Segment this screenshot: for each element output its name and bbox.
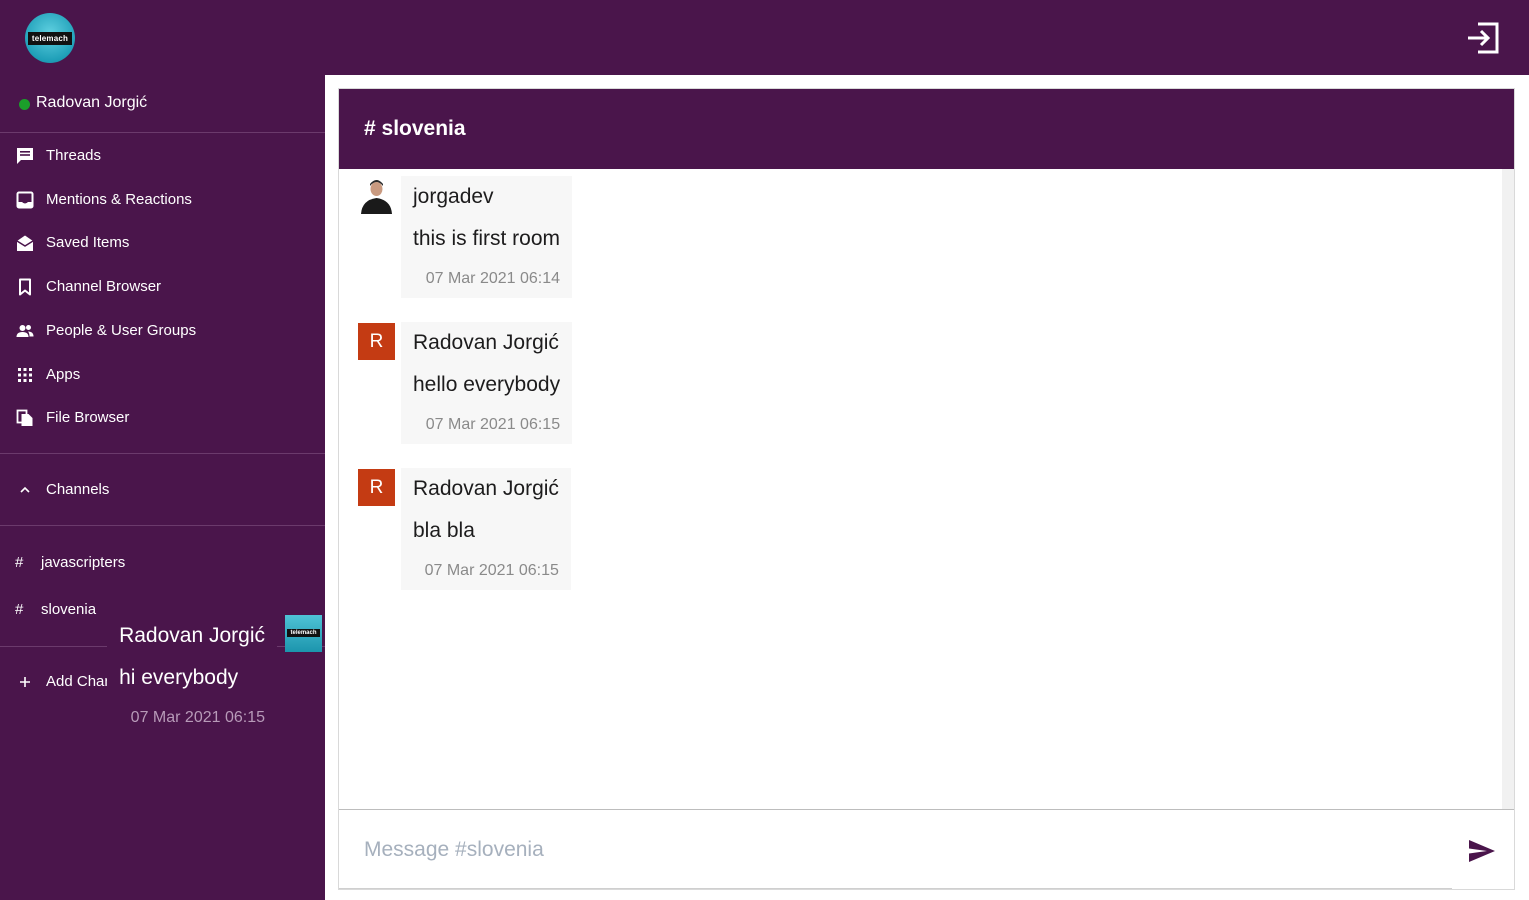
message-author: jorgadev xyxy=(413,185,494,208)
people-icon xyxy=(16,325,34,337)
message-text: bla bla xyxy=(413,519,475,542)
nav-item-file-browser[interactable]: File Browser xyxy=(0,398,325,438)
user-photo-avatar[interactable] xyxy=(358,177,395,214)
message-author: Radovan Jorgić xyxy=(413,477,559,500)
message-bubble: jorgadev this is first room 07 Mar 2021 … xyxy=(401,176,573,298)
message-composer xyxy=(339,809,1514,889)
user-initial-avatar[interactable]: R xyxy=(358,323,395,360)
inbox-icon xyxy=(16,191,34,209)
threads-icon xyxy=(17,148,33,164)
message-list-scrollbar[interactable] xyxy=(1502,169,1514,809)
nav-item-channel-browser[interactable]: Channel Browser xyxy=(0,267,325,307)
message-bubble: Radovan Jorgić bla bla 07 Mar 2021 06:15 xyxy=(401,468,571,590)
sidebar-divider xyxy=(0,453,325,454)
nav-item-mentions-reactions[interactable]: Mentions & Reactions xyxy=(0,180,325,220)
channel-panel: # slovenia jorgadev this is first room 0… xyxy=(107,88,1515,890)
app-logo-text: telemach xyxy=(28,32,72,45)
files-icon xyxy=(16,409,33,426)
plus-icon xyxy=(20,677,30,687)
logout-icon[interactable] xyxy=(1465,20,1501,56)
message-text: hi everybody xyxy=(119,666,239,689)
message-author: Radovan Jorgić xyxy=(413,331,559,354)
nav-item-label: Mentions & Reactions xyxy=(46,191,192,208)
chevron-up-icon xyxy=(20,486,30,493)
app-logo[interactable]: telemach xyxy=(25,13,75,63)
channel-item-label: javascripters xyxy=(41,554,126,571)
nav-item-threads[interactable]: Threads xyxy=(0,136,325,176)
composer-underline xyxy=(339,888,1452,889)
hash-icon: # xyxy=(15,554,24,571)
open-envelope-icon xyxy=(16,235,34,251)
sidebar: Radovan Jorgić Threads Mentions & Reacti… xyxy=(0,75,325,900)
message-timestamp: 07 Mar 2021 06:15 xyxy=(424,562,559,579)
message-list[interactable]: jorgadev this is first room 07 Mar 2021 … xyxy=(107,169,1502,809)
message-timestamp: 07 Mar 2021 06:14 xyxy=(425,270,561,287)
nav-item-label: Channel Browser xyxy=(46,278,162,295)
own-logo-avatar[interactable]: telemach xyxy=(285,615,322,652)
channel-item-javascripters[interactable]: # javascripters xyxy=(0,545,325,581)
message-timestamp: 07 Mar 2021 06:15 xyxy=(425,416,561,433)
send-icon[interactable] xyxy=(1467,836,1497,866)
nav-item-apps[interactable]: Apps xyxy=(0,355,325,395)
nav-item-saved-items[interactable]: Saved Items xyxy=(0,223,325,263)
message-author: Radovan Jorgić xyxy=(119,624,265,647)
channel-item-label: slovenia xyxy=(41,601,97,618)
apps-grid-icon xyxy=(18,368,32,382)
message-bubble-own: Radovan Jorgić hi everybody 07 Mar 2021 … xyxy=(107,615,277,737)
message-text: this is first room xyxy=(413,227,561,250)
nav-item-label: Saved Items xyxy=(46,234,130,251)
message-input[interactable] xyxy=(353,818,1453,882)
nav-item-label: File Browser xyxy=(46,409,130,426)
nav-item-people-user-groups[interactable]: People & User Groups xyxy=(0,311,325,351)
nav-item-label: People & User Groups xyxy=(46,322,197,339)
online-status-icon xyxy=(19,99,30,110)
hash-icon: # xyxy=(15,601,24,618)
nav-item-label: Apps xyxy=(46,366,81,383)
channel-header: # slovenia xyxy=(339,89,1514,169)
nav-item-label: Threads xyxy=(46,147,102,164)
channel-title: # slovenia xyxy=(364,117,466,140)
message-text: hello everybody xyxy=(413,373,561,396)
message-timestamp: 07 Mar 2021 06:15 xyxy=(130,709,265,726)
sidebar-divider xyxy=(0,525,325,526)
current-user[interactable]: Radovan Jorgić xyxy=(0,75,325,133)
bookmark-icon xyxy=(19,278,31,296)
top-bar: telemach xyxy=(0,0,1529,75)
avatar-logo-text: telemach xyxy=(287,629,320,637)
user-initial-avatar[interactable]: R xyxy=(358,469,395,506)
channels-section-label: Channels xyxy=(46,481,110,498)
message-bubble: Radovan Jorgić hello everybody 07 Mar 20… xyxy=(401,322,573,444)
current-user-name: Radovan Jorgić xyxy=(36,94,148,111)
channels-section-toggle[interactable]: Channels xyxy=(0,470,325,510)
